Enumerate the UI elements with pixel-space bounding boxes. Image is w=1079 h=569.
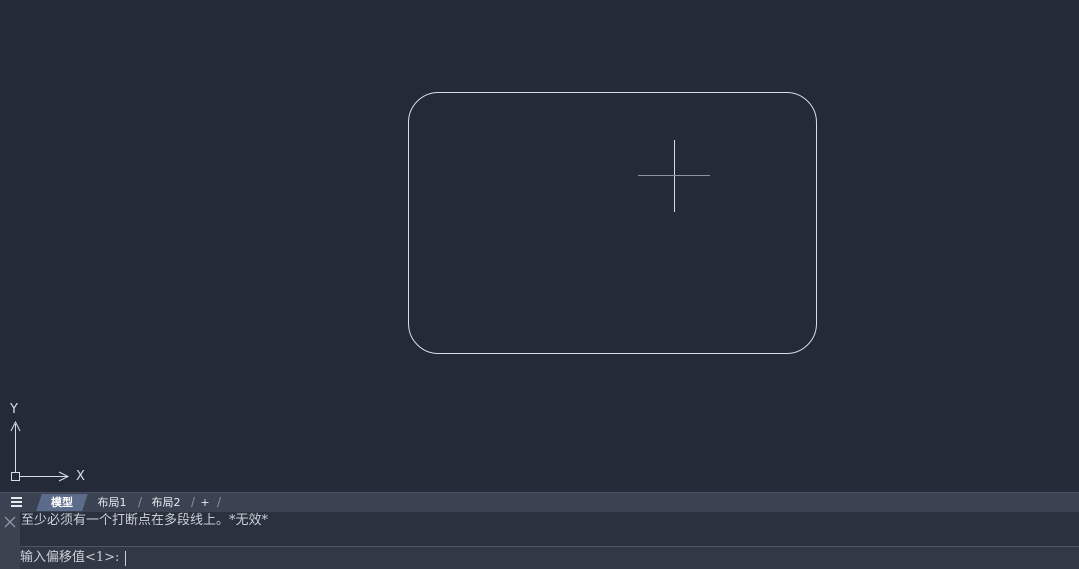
command-prompt: 输入偏移值<1>:: [20, 550, 120, 565]
tab-layout2[interactable]: 布局2: [146, 494, 186, 511]
ucs-icon: [10, 420, 70, 482]
ucs-y-label: Y: [10, 402, 18, 417]
tab-add-layout[interactable]: +: [198, 494, 212, 511]
tab-model[interactable]: 模型: [36, 494, 88, 511]
command-line-sidebar: [0, 512, 20, 569]
drawing-canvas[interactable]: Y X: [0, 0, 1079, 492]
drawing-svg[interactable]: [0, 0, 1079, 492]
layout-tab-bar: 模型 布局1 / 布局2 / + /: [0, 492, 1079, 512]
tab-separator: /: [217, 495, 222, 509]
hamburger-menu-icon[interactable]: [5, 495, 27, 511]
ucs-x-label: X: [76, 469, 85, 484]
command-line-window: 至少必须有一个打断点在多段线上。*无效* 输入偏移值<1>:: [0, 512, 1079, 569]
crosshair-cursor-icon: [638, 140, 710, 212]
rounded-rectangle-polyline[interactable]: [408, 92, 817, 354]
tab-layout2-label: 布局2: [151, 496, 181, 509]
tab-add-label: +: [200, 496, 210, 509]
command-input[interactable]: [124, 549, 1064, 567]
text-caret: [125, 551, 126, 566]
tab-separator: /: [191, 495, 196, 509]
command-input-row[interactable]: 输入偏移值<1>:: [20, 547, 1079, 569]
command-history-text: 至少必须有一个打断点在多段线上。*无效*: [21, 513, 269, 528]
tab-layout1-label: 布局1: [97, 496, 127, 509]
close-icon[interactable]: [3, 514, 17, 528]
tab-layout1[interactable]: 布局1: [92, 494, 132, 511]
tab-separator: /: [138, 495, 143, 509]
tab-model-label: 模型: [51, 496, 73, 509]
